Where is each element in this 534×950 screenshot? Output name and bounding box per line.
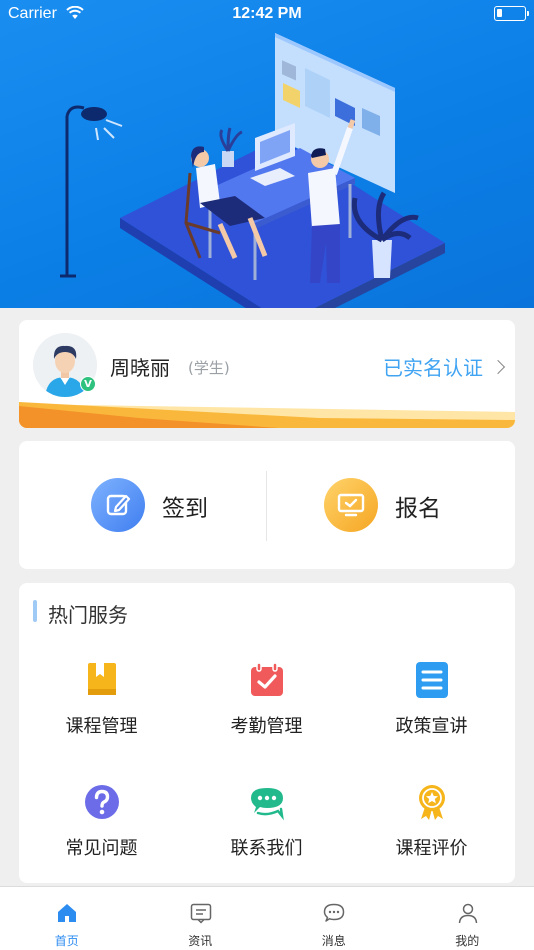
document-list-icon (416, 662, 448, 698)
user-icon (458, 903, 477, 924)
message-icon (323, 903, 345, 922)
office-illustration (60, 33, 445, 308)
service-label: 课程管理 (65, 716, 138, 737)
service-contact-us[interactable]: 联系我们 (184, 783, 349, 873)
tab-news[interactable]: 资讯 (134, 887, 268, 950)
battery-icon (494, 6, 529, 21)
book-icon (88, 663, 116, 695)
service-label: 政策宣讲 (395, 716, 468, 737)
award-icon (419, 785, 445, 820)
register-button[interactable]: 报名 (267, 441, 515, 569)
chevron-right-icon (490, 359, 506, 375)
question-icon (85, 785, 119, 819)
tab-messages[interactable]: 消息 (267, 887, 401, 950)
user-role: (学生) (188, 359, 230, 377)
user-name: 周晓丽 (110, 356, 170, 380)
verification-status: 已实名认证 (383, 356, 483, 380)
register-label: 报名 (395, 496, 441, 522)
hero-banner: Carrier 12:42 PM (0, 0, 534, 308)
news-icon (190, 903, 211, 924)
verified-badge-icon: V (80, 376, 96, 392)
profile-wave-decoration (19, 402, 515, 428)
status-time: 12:42 PM (232, 5, 302, 22)
service-label: 联系我们 (230, 838, 303, 859)
check-in-button[interactable]: 签到 (19, 441, 267, 569)
monitor-check-icon (324, 478, 378, 532)
service-label: 课程评价 (395, 838, 468, 859)
home-icon (58, 904, 76, 922)
service-course-management[interactable]: 课程管理 (19, 661, 184, 751)
section-accent-bar (33, 600, 37, 622)
tab-profile[interactable]: 我的 (401, 887, 534, 950)
service-faq[interactable]: 常见问题 (19, 783, 184, 873)
check-in-label: 签到 (162, 496, 208, 522)
calendar-check-icon (251, 662, 283, 696)
profile-card[interactable]: V 周晓丽 (学生) 已实名认证 (19, 320, 515, 428)
tab-label: 消息 (321, 934, 346, 948)
tab-label: 资讯 (188, 934, 213, 948)
service-course-evaluation[interactable]: 课程评价 (349, 783, 514, 873)
service-policy-briefing[interactable]: 政策宣讲 (349, 661, 514, 751)
chat-icon (251, 788, 284, 821)
service-attendance-management[interactable]: 考勤管理 (184, 661, 349, 751)
tab-label: 首页 (54, 934, 79, 948)
status-bar: Carrier 12:42 PM (0, 0, 534, 28)
service-label: 考勤管理 (230, 716, 303, 737)
tab-label: 我的 (455, 934, 480, 948)
tab-bar: 首页 资讯 消息 我的 (0, 886, 534, 950)
verification-link[interactable]: 已实名认证 (383, 352, 506, 381)
tab-home[interactable]: 首页 (0, 887, 134, 950)
section-title: 热门服务 (48, 603, 128, 627)
edit-icon (91, 478, 145, 532)
quick-actions-card: 签到 报名 (19, 441, 515, 569)
service-label: 常见问题 (65, 838, 138, 859)
hot-services-card: 热门服务 课程管理 考勤管理 政策宣讲 常见问题 联系我们 课程评价 (19, 583, 515, 883)
